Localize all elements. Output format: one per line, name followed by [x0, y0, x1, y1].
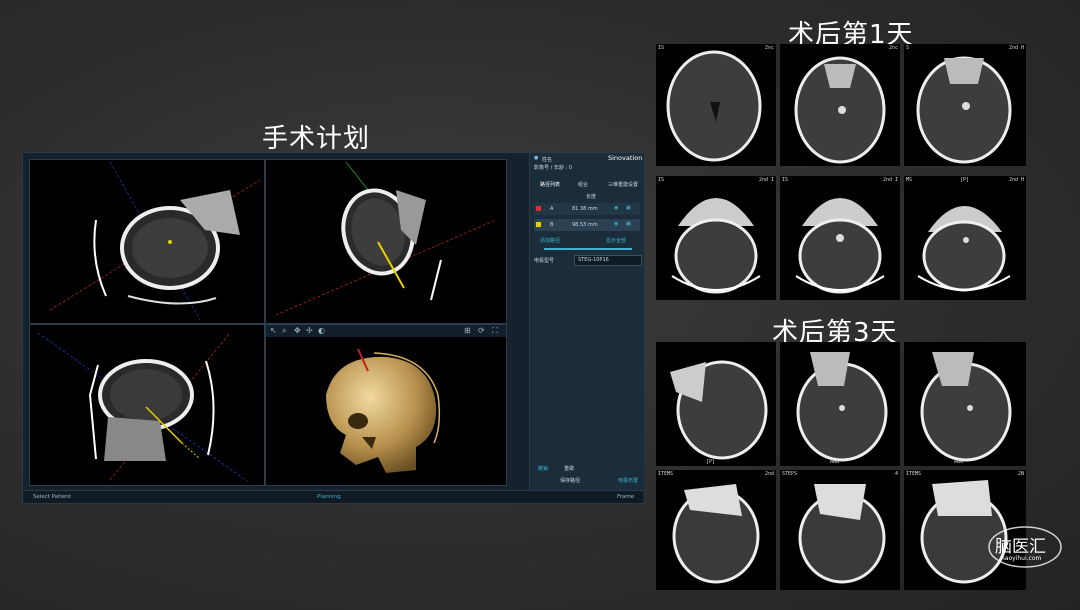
path-a-color — [536, 206, 541, 211]
user-icon: ● — [534, 155, 539, 161]
scan-label: 2nd H — [1008, 177, 1024, 183]
planning-software-window: ↖ ⌕ ✥ ✢ ◐ ⊞ ⟳ ⛶ ● 姓名 影像号 / 年龄: 0 Sinova… — [22, 152, 644, 504]
scan-label: 2nc — [764, 45, 774, 51]
path-row-b[interactable]: B 98.53 mm ◉ ▣ — [534, 219, 640, 231]
depth-slider[interactable] — [544, 248, 632, 250]
select-patient-button[interactable]: Select Patient — [33, 494, 71, 500]
device-select[interactable]: STEG-10P16 — [574, 255, 642, 266]
ct-slice-axial — [275, 161, 497, 316]
path-b-color — [536, 222, 541, 227]
brand-logo: Sinovation — [608, 154, 643, 162]
watermark-logo: 脑医汇 naoyihui.com — [985, 522, 1065, 572]
scan-label: 2nd — [764, 471, 774, 477]
day3-scan: ANN — [780, 342, 900, 466]
scan-label: [P] — [706, 459, 716, 465]
viewport-axial[interactable] — [265, 159, 507, 324]
day3-scan: ANN — [904, 342, 1026, 466]
day1-scan: IS 2nd I — [780, 176, 900, 300]
frame-next-button[interactable]: Frame — [617, 494, 634, 500]
watermark-text: 脑医汇 — [995, 537, 1046, 557]
scan-label: 2nd H — [1008, 45, 1024, 51]
patient-name: 姓名 — [542, 157, 553, 163]
path-b-length: 98.53 mm — [572, 222, 598, 228]
list-header-length: 长度 — [586, 194, 597, 200]
patient-study: 影像号 / 年龄 : 0 — [534, 165, 572, 171]
scan-label: [P] — [960, 177, 970, 183]
scan-label: 2N — [1017, 471, 1024, 477]
scan-label: ANN — [830, 459, 840, 465]
scan-label: ITEMS — [906, 471, 922, 477]
tab-group[interactable]: 组合 — [578, 181, 588, 188]
confirm-electrode-button[interactable]: 电极布置 — [618, 477, 638, 484]
3d-skull-render — [326, 348, 441, 473]
tab-3d-settings[interactable]: 三维重建设置 — [608, 181, 638, 188]
device-select-value: STEG-10P16 — [578, 257, 609, 263]
day1-scan: S 2nd H — [904, 44, 1026, 166]
show-all-button[interactable]: 显示全部 — [606, 237, 626, 244]
ct-slice-sagittal — [37, 332, 251, 484]
ct-slice-oblique-1 — [49, 161, 261, 321]
scan-label: IS — [658, 177, 665, 183]
day1-scan: 2nc — [780, 44, 900, 166]
watermark-url: naoyihui.com — [1001, 555, 1042, 562]
day1-scan: IS 2nd I — [656, 176, 776, 300]
eye-icon[interactable]: ◉ — [614, 221, 618, 227]
scan-label: 2nd I — [758, 177, 774, 183]
path-row-a[interactable]: A 81.38 mm ◉ ▣ — [534, 203, 640, 215]
redo-button[interactable]: 重做 — [564, 465, 574, 472]
save-path-button[interactable]: 保存路径 — [560, 477, 580, 484]
undo-button[interactable]: 撤销 — [538, 465, 548, 472]
scan-label: STEPS — [782, 471, 798, 477]
scan-label: IS — [658, 45, 665, 51]
eye-icon[interactable]: ◉ — [614, 205, 618, 211]
path-a-length: 81.38 mm — [572, 206, 598, 212]
path-a-name: A — [550, 206, 554, 212]
path-b-name: B — [550, 222, 554, 228]
lock-icon[interactable]: ▣ — [626, 221, 631, 227]
add-path-button[interactable]: 添加路径 — [540, 237, 560, 244]
scan-label: ITEMS — [658, 471, 674, 477]
scan-label: ANN — [954, 459, 964, 465]
viewport-sagittal[interactable] — [29, 324, 265, 486]
planning-side-panel: ● 姓名 影像号 / 年龄 : 0 Sinovation 路径列表 组合 三维重… — [529, 153, 644, 503]
scan-label: 4 — [894, 471, 898, 477]
day3-scan: [P] — [656, 342, 776, 466]
viewport-3d[interactable]: ↖ ⌕ ✥ ✢ ◐ ⊞ ⟳ ⛶ — [265, 324, 507, 486]
scan-label: S — [906, 45, 910, 51]
day3-scan: STEPS 4 — [780, 470, 900, 590]
bottom-navigation-bar: Select Patient Planning Frame — [23, 490, 643, 503]
scan-label: IS — [782, 177, 789, 183]
viewport-oblique-left[interactable] — [29, 159, 265, 324]
current-stage-label: Planning — [317, 494, 341, 500]
day1-scan: IS 2nc — [656, 44, 776, 166]
scan-label: 2nd I — [882, 177, 898, 183]
day3-scan: ITEMS 2nd — [656, 470, 776, 590]
scan-label: 2nc — [888, 45, 898, 51]
surgical-plan-title: 手术计划 — [262, 124, 371, 154]
day1-scan: MS [P] 2nd H — [904, 176, 1026, 300]
device-label: 电极型号 — [534, 258, 555, 264]
lock-icon[interactable]: ▣ — [626, 205, 631, 211]
tab-path-list[interactable]: 路径列表 — [540, 181, 560, 188]
scan-label: MS — [906, 177, 913, 183]
